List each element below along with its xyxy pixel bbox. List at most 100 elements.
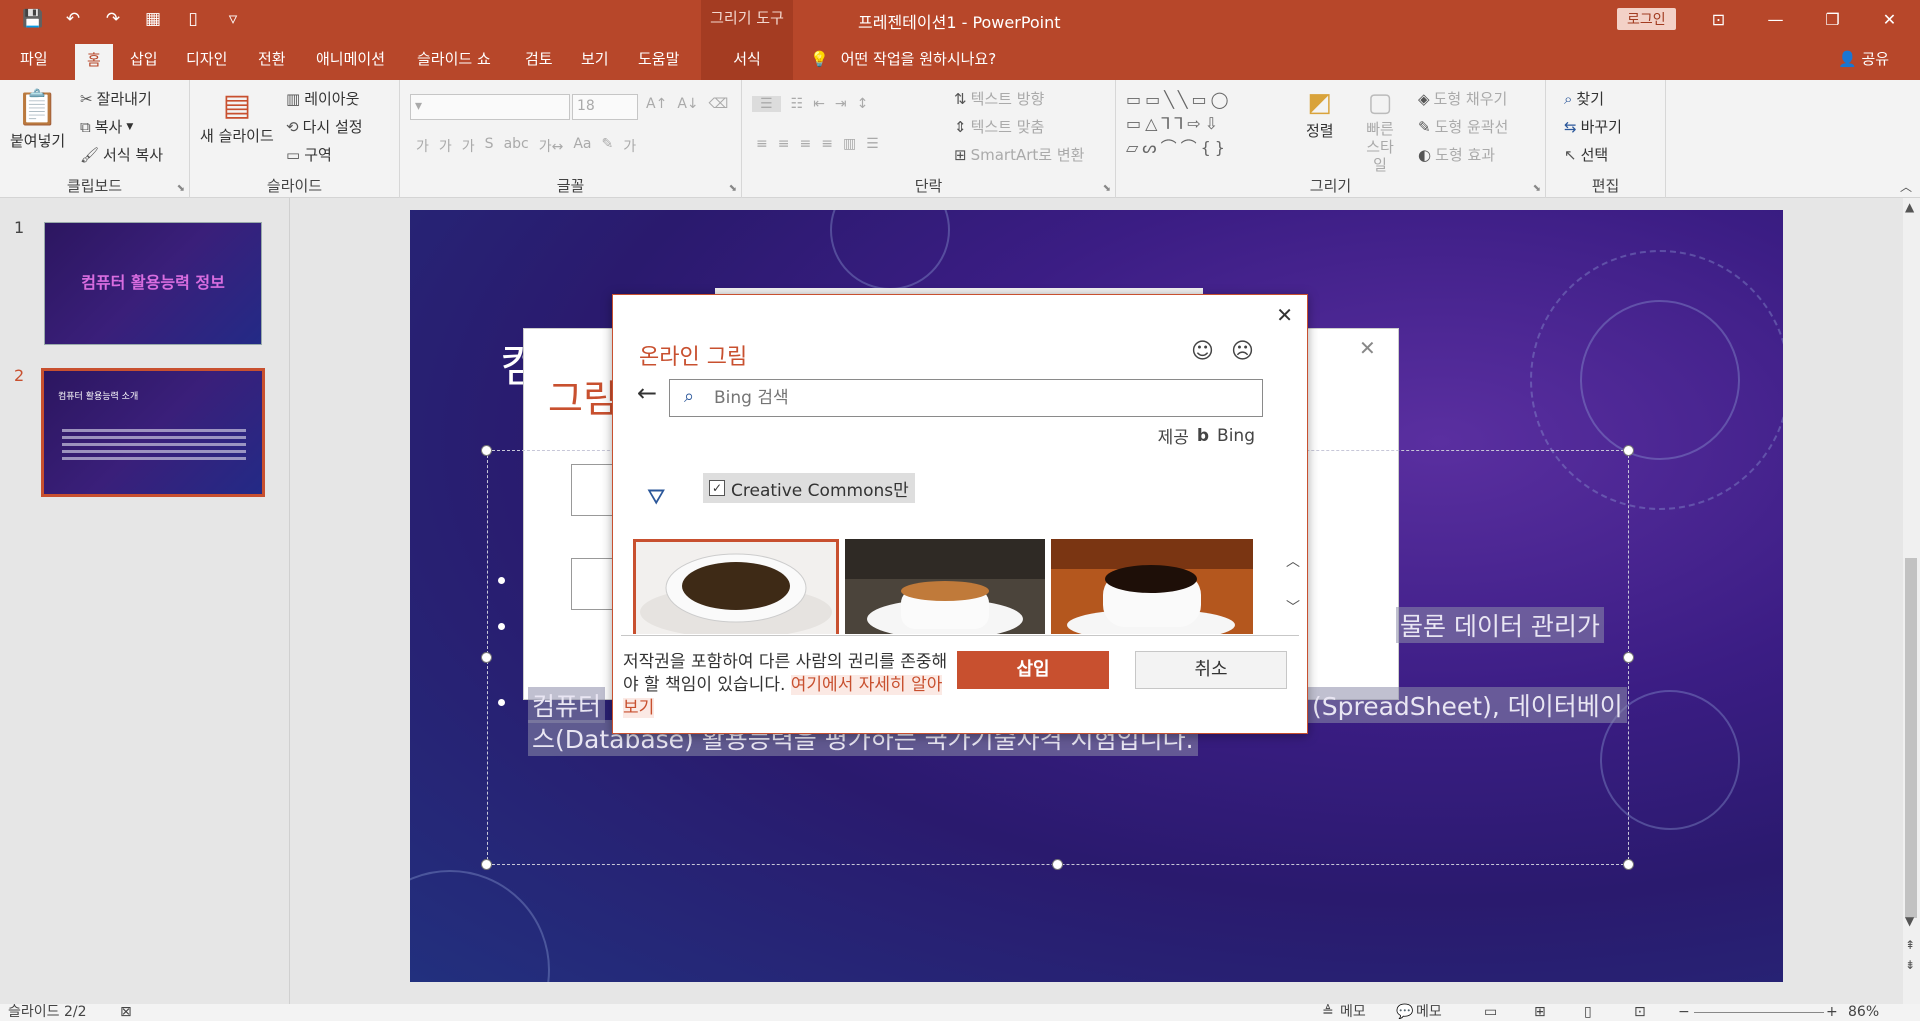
frown-feedback-icon[interactable]: ☹ bbox=[1231, 339, 1254, 364]
normal-view-icon[interactable]: ▭ bbox=[1484, 1004, 1497, 1021]
font-launcher-icon[interactable]: ⬊ bbox=[729, 183, 737, 194]
back-arrow-icon[interactable]: ← bbox=[637, 379, 657, 407]
align-center-icon[interactable]: ≡ bbox=[778, 136, 790, 152]
resize-handle[interactable] bbox=[1623, 445, 1634, 456]
font-name-combo[interactable]: ▾ bbox=[410, 94, 570, 120]
chevron-down-icon[interactable]: ﹀ bbox=[1285, 585, 1301, 631]
minimize-icon[interactable]: — bbox=[1747, 0, 1804, 38]
shadow-icon[interactable]: S bbox=[485, 136, 494, 156]
cancel-button[interactable]: 취소 bbox=[1135, 651, 1287, 689]
case-icon[interactable]: Aa bbox=[573, 136, 591, 156]
spellcheck-icon[interactable]: ⊠ bbox=[120, 1004, 132, 1021]
creative-commons-checkbox[interactable]: ✓ Creative Commons만 bbox=[703, 473, 915, 503]
italic-icon[interactable]: 가 bbox=[439, 136, 452, 156]
resize-handle[interactable] bbox=[1623, 652, 1634, 663]
results-scrollbar[interactable]: ︿ ﹀ bbox=[1285, 539, 1301, 634]
shape-effects-button[interactable]: ◐ 도형 효과 bbox=[1418, 144, 1495, 165]
scroll-thumb[interactable] bbox=[1905, 558, 1917, 918]
align-right-icon[interactable]: ≡ bbox=[799, 136, 811, 152]
grow-font-icon[interactable]: A↑ bbox=[646, 96, 667, 112]
strike-icon[interactable]: abc bbox=[504, 136, 529, 156]
numbering-icon[interactable]: ☷ bbox=[791, 96, 804, 112]
tab-format[interactable]: 서식 bbox=[701, 38, 793, 80]
slide-body-text[interactable]: 컴퓨터 bbox=[528, 687, 606, 723]
underline-icon[interactable]: 가 bbox=[462, 136, 475, 156]
redo-icon[interactable]: ↷ bbox=[100, 6, 126, 32]
customize-icon[interactable]: ▿ bbox=[220, 6, 246, 32]
editor-scrollbar[interactable]: ▲ ▼ ⇞ ⇟ bbox=[1903, 198, 1920, 1004]
text-direction-button[interactable]: ⇅ 텍스트 방향 bbox=[954, 88, 1044, 109]
resize-handle[interactable] bbox=[481, 652, 492, 663]
resize-handle[interactable] bbox=[481, 445, 492, 456]
comments-icon[interactable]: 💬 bbox=[1396, 1004, 1413, 1021]
new-doc-icon[interactable]: ▯ bbox=[180, 6, 206, 32]
scroll-down-icon[interactable]: ▼ bbox=[1905, 914, 1914, 928]
new-slide-button[interactable]: ▤ 새 슬라이드 bbox=[200, 88, 274, 146]
zoom-in-icon[interactable]: + bbox=[1826, 1004, 1838, 1021]
reading-view-icon[interactable]: ▯ bbox=[1584, 1004, 1592, 1021]
scroll-up-icon[interactable]: ▲ bbox=[1905, 200, 1914, 214]
layout-button[interactable]: ▥ 레이아웃 bbox=[286, 88, 359, 109]
tab-slideshow[interactable]: 슬라이드 쇼 bbox=[417, 38, 491, 80]
align-text-button[interactable]: ⇕ 텍스트 맞춤 bbox=[954, 116, 1044, 137]
image-result-coffee-3[interactable] bbox=[1051, 539, 1253, 634]
slide-body-text[interactable]: (SpreadSheet), 데이터베이 bbox=[1308, 687, 1627, 723]
slide-thumbnail-2[interactable]: 컴퓨터 활용능력 소개 bbox=[41, 368, 265, 497]
bold-icon[interactable]: 가 bbox=[416, 136, 429, 156]
save-icon[interactable]: 💾 bbox=[20, 6, 46, 32]
ribbon-display-icon[interactable]: ⊡ bbox=[1690, 0, 1747, 38]
clear-format-icon[interactable]: ⌫ bbox=[709, 96, 729, 112]
tab-file[interactable]: 파일 bbox=[20, 38, 48, 80]
spacing-icon[interactable]: 가↔ bbox=[539, 136, 564, 156]
tab-design[interactable]: 디자인 bbox=[186, 38, 227, 80]
slide-body-text[interactable]: 물론 데이터 관리가 bbox=[1396, 607, 1604, 643]
increase-indent-icon[interactable]: ⇥ bbox=[835, 96, 847, 112]
tab-home[interactable]: 홈 bbox=[75, 44, 113, 80]
tab-animations[interactable]: 애니메이션 bbox=[316, 38, 385, 80]
tab-help[interactable]: 도움말 bbox=[638, 38, 679, 80]
resize-handle[interactable] bbox=[1623, 859, 1634, 870]
zoom-out-icon[interactable]: − bbox=[1678, 1004, 1690, 1021]
bullets-icon[interactable]: ☰ bbox=[752, 96, 781, 112]
quick-styles-button[interactable]: ▢ 빠른 스타일 bbox=[1360, 88, 1400, 174]
columns-icon[interactable]: ▥ bbox=[843, 136, 856, 152]
font-color-icon[interactable]: 가 bbox=[623, 136, 636, 156]
select-button[interactable]: ↖ 선택 bbox=[1564, 144, 1608, 165]
filter-icon[interactable]: ⛛ bbox=[647, 485, 665, 510]
dialog-launcher-icon[interactable]: ⬊ bbox=[177, 183, 185, 194]
slide-thumbnail-1[interactable]: 컴퓨터 활용능력 정보 bbox=[44, 222, 262, 345]
section-button[interactable]: ▭ 구역 bbox=[286, 144, 332, 165]
font-size-combo[interactable]: 18 bbox=[572, 94, 638, 120]
tab-view[interactable]: 보기 bbox=[581, 38, 609, 80]
login-button[interactable]: 로그인 bbox=[1617, 8, 1676, 30]
collapse-ribbon-icon[interactable]: ︿ bbox=[1900, 178, 1912, 195]
share-button[interactable]: 👤 공유 bbox=[1838, 38, 1889, 80]
align-left-icon[interactable]: ≡ bbox=[756, 136, 768, 152]
insert-button[interactable]: 삽입 bbox=[957, 651, 1109, 689]
align-vertical-icon[interactable]: ☰ bbox=[866, 136, 879, 152]
justify-icon[interactable]: ≡ bbox=[821, 136, 833, 152]
tab-insert[interactable]: 삽입 bbox=[130, 38, 158, 80]
comments-button[interactable]: 메모 bbox=[1416, 1004, 1442, 1021]
tab-transitions[interactable]: 전환 bbox=[258, 38, 286, 80]
highlight-icon[interactable]: ✎ bbox=[602, 136, 614, 156]
shape-outline-button[interactable]: ✎ 도형 윤곽선 bbox=[1418, 116, 1508, 137]
smile-feedback-icon[interactable]: ☺ bbox=[1191, 339, 1214, 364]
prev-slide-icon[interactable]: ⇞ bbox=[1905, 938, 1915, 952]
shapes-gallery[interactable]: ▭▭╲╲▭◯ ▭△⅂⅂⇨⇩ ▱ᔕ⌒⌒{} bbox=[1126, 88, 1286, 160]
restore-icon[interactable]: ❐ bbox=[1804, 0, 1861, 38]
slideshow-view-icon[interactable]: ⊡ bbox=[1634, 1004, 1646, 1021]
paste-button[interactable]: 📋 붙여넣기 bbox=[10, 88, 65, 151]
cut-button[interactable]: ✂ 잘라내기 bbox=[80, 88, 152, 109]
next-slide-icon[interactable]: ⇟ bbox=[1905, 958, 1915, 972]
line-spacing-icon[interactable]: ↕ bbox=[857, 96, 869, 112]
sorter-view-icon[interactable]: ⊞ bbox=[1534, 1004, 1546, 1021]
shrink-font-icon[interactable]: A↓ bbox=[677, 96, 698, 112]
search-input[interactable] bbox=[714, 386, 1244, 410]
image-result-coffee-2[interactable] bbox=[845, 539, 1045, 634]
image-result-coffee-1[interactable] bbox=[633, 539, 839, 634]
resize-handle[interactable] bbox=[1052, 859, 1063, 870]
zoom-level[interactable]: 86% bbox=[1848, 1004, 1879, 1021]
smartart-button[interactable]: ⊞ SmartArt로 변환 bbox=[954, 144, 1084, 165]
replace-button[interactable]: ⇆ 바꾸기 bbox=[1564, 116, 1622, 137]
